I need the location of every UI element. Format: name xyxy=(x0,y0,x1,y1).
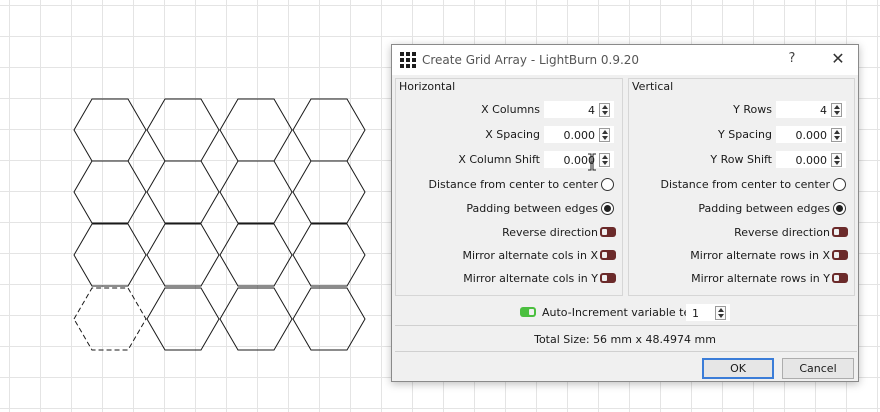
v-padding-radio[interactable] xyxy=(833,202,846,215)
y-rows-row: Y Rows 4 xyxy=(629,101,854,119)
x-columns-spinbox[interactable]: 4 xyxy=(544,101,614,118)
auto-increment-row: Auto-Increment variable text 1 xyxy=(520,304,740,323)
hexagon-shape[interactable] xyxy=(292,160,366,224)
h-padding-label: Padding between edges xyxy=(466,202,598,215)
x-columns-label: X Columns xyxy=(481,103,540,116)
design-canvas[interactable] xyxy=(0,0,390,412)
hexagon-shape[interactable] xyxy=(292,223,366,287)
h-mirror-y-row: Mirror alternate cols in Y xyxy=(396,270,622,288)
y-spacing-spinbox[interactable]: 0.000 xyxy=(776,126,846,143)
v-center-label: Distance from center to center xyxy=(660,178,830,191)
x-columns-stepper[interactable] xyxy=(599,103,610,117)
hexagon-shape[interactable] xyxy=(146,98,220,162)
h-padding-row: Padding between edges xyxy=(396,200,622,218)
h-center-label: Distance from center to center xyxy=(428,178,598,191)
x-column-shift-stepper[interactable] xyxy=(599,153,610,167)
y-rows-stepper[interactable] xyxy=(831,103,842,117)
x-spacing-value[interactable]: 0.000 xyxy=(564,129,596,142)
y-row-shift-label: Y Row Shift xyxy=(710,153,772,166)
v-padding-label: Padding between edges xyxy=(698,202,830,215)
v-mirror-y-row: Mirror alternate rows in Y xyxy=(629,270,854,288)
x-column-shift-spinbox[interactable]: 0.000 xyxy=(544,151,614,168)
auto-increment-label: Auto-Increment variable text xyxy=(542,306,701,319)
h-reverse-label: Reverse direction xyxy=(502,226,598,239)
h-reverse-row: Reverse direction xyxy=(396,224,622,242)
v-center-row: Distance from center to center xyxy=(629,176,854,194)
v-reverse-label: Reverse direction xyxy=(734,226,830,239)
auto-increment-spinbox[interactable]: 1 xyxy=(686,304,730,321)
v-padding-row: Padding between edges xyxy=(629,200,854,218)
auto-increment-stepper[interactable] xyxy=(715,306,726,320)
x-spacing-stepper[interactable] xyxy=(599,128,610,142)
h-mirror-y-label: Mirror alternate cols in Y xyxy=(463,272,598,285)
x-spacing-spinbox[interactable]: 0.000 xyxy=(544,126,614,143)
horizontal-group-title: Horizontal xyxy=(399,80,456,93)
separator xyxy=(395,351,857,352)
vertical-group: Vertical Y Rows 4 Y Spacing 0.000 Y Row … xyxy=(628,78,855,296)
v-mirror-x-row: Mirror alternate rows in X xyxy=(629,247,854,265)
x-spacing-label: X Spacing xyxy=(485,128,540,141)
y-row-shift-value[interactable]: 0.000 xyxy=(796,154,828,167)
hexagon-shape[interactable] xyxy=(292,98,366,162)
total-size-text: Total Size: 56 mm x 48.4974 mm xyxy=(534,333,716,346)
hexagon-shape[interactable] xyxy=(73,223,147,287)
hexagon-shape[interactable] xyxy=(292,287,366,351)
y-spacing-row: Y Spacing 0.000 xyxy=(629,126,854,144)
h-center-row: Distance from center to center xyxy=(396,176,622,194)
h-mirror-x-label: Mirror alternate cols in X xyxy=(462,249,598,262)
hexagon-shape[interactable] xyxy=(146,223,220,287)
hexagon-shape[interactable] xyxy=(219,287,293,351)
h-mirror-x-toggle[interactable] xyxy=(600,250,616,260)
help-button[interactable]: ? xyxy=(784,51,800,69)
horizontal-group: Horizontal X Columns 4 X Spacing 0.000 X… xyxy=(395,78,623,296)
h-mirror-y-toggle[interactable] xyxy=(600,273,616,283)
selected-hexagon[interactable] xyxy=(73,287,147,351)
y-row-shift-spinbox[interactable]: 0.000 xyxy=(776,151,846,168)
hexagon-shape[interactable] xyxy=(219,223,293,287)
x-column-shift-label: X Column Shift xyxy=(458,153,540,166)
y-row-shift-stepper[interactable] xyxy=(831,153,842,167)
v-center-radio[interactable] xyxy=(833,178,846,191)
y-rows-label: Y Rows xyxy=(733,103,772,116)
close-button[interactable]: ✕ xyxy=(828,49,848,69)
y-rows-value[interactable]: 4 xyxy=(820,104,827,117)
dialog-titlebar[interactable]: Create Grid Array - LightBurn 0.9.20 ? ✕ xyxy=(392,45,858,75)
v-mirror-y-toggle[interactable] xyxy=(832,273,848,283)
dialog-title: Create Grid Array - LightBurn 0.9.20 xyxy=(422,53,640,67)
y-spacing-stepper[interactable] xyxy=(831,128,842,142)
y-spacing-label: Y Spacing xyxy=(718,128,772,141)
h-center-radio[interactable] xyxy=(601,178,614,191)
hexagon-shape[interactable] xyxy=(146,287,220,351)
text-cursor-icon xyxy=(588,153,596,171)
hexagon-shape[interactable] xyxy=(146,160,220,224)
hexagon-shape[interactable] xyxy=(73,98,147,162)
hexagon-shape[interactable] xyxy=(219,160,293,224)
x-columns-row: X Columns 4 xyxy=(396,101,622,119)
hexagon-shape[interactable] xyxy=(219,98,293,162)
y-rows-spinbox[interactable]: 4 xyxy=(776,101,846,118)
create-grid-array-dialog: Create Grid Array - LightBurn 0.9.20 ? ✕… xyxy=(391,44,859,382)
cancel-button[interactable]: Cancel xyxy=(782,358,854,379)
h-reverse-toggle[interactable] xyxy=(600,227,616,237)
hexagon-shape[interactable] xyxy=(73,160,147,224)
y-row-shift-row: Y Row Shift 0.000 xyxy=(629,151,854,169)
y-spacing-value[interactable]: 0.000 xyxy=(796,129,828,142)
auto-increment-toggle[interactable] xyxy=(520,307,536,317)
v-mirror-x-toggle[interactable] xyxy=(832,250,848,260)
v-reverse-row: Reverse direction xyxy=(629,224,854,242)
v-mirror-x-label: Mirror alternate rows in X xyxy=(690,249,830,262)
h-mirror-x-row: Mirror alternate cols in X xyxy=(396,247,622,265)
separator xyxy=(395,325,857,326)
v-mirror-y-label: Mirror alternate rows in Y xyxy=(691,272,830,285)
grid-app-icon xyxy=(400,52,416,68)
x-spacing-row: X Spacing 0.000 xyxy=(396,126,622,144)
x-columns-value[interactable]: 4 xyxy=(588,104,595,117)
ok-button[interactable]: OK xyxy=(702,358,774,379)
h-padding-radio[interactable] xyxy=(601,202,614,215)
auto-increment-value[interactable]: 1 xyxy=(692,307,699,320)
v-reverse-toggle[interactable] xyxy=(832,227,848,237)
vertical-group-title: Vertical xyxy=(632,80,674,93)
